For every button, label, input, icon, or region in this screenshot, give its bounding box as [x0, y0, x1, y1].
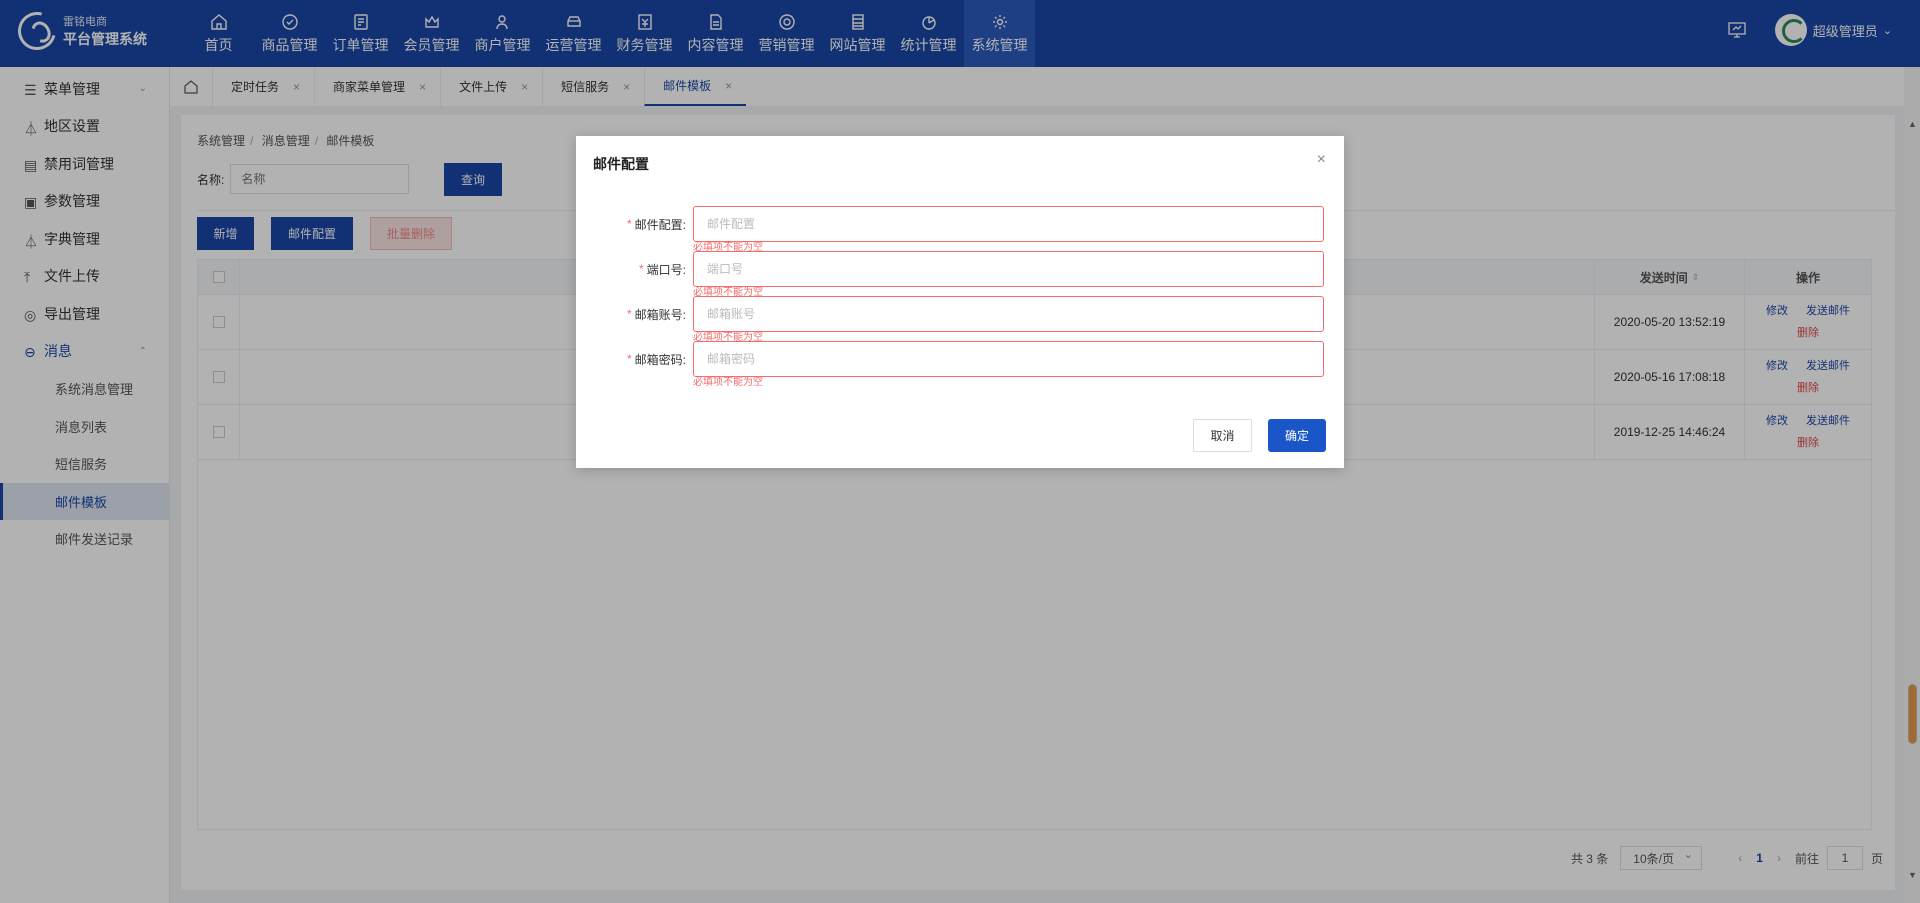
field-label: * 邮件配置: [626, 217, 686, 232]
dialog-title: 邮件配置 [593, 156, 649, 172]
error-message: 必填项不能为空 [693, 377, 763, 388]
mail-config-dialog: 邮件配置 × *邮件配置: 必填项不能为空 *端口号: 必填项不能为空 *邮箱账… [576, 136, 1344, 468]
form-row-password: *邮箱密码: 必填项不能为空 [576, 341, 1344, 388]
mail-config-field[interactable] [693, 206, 1324, 242]
confirm-button[interactable]: 确定 [1268, 419, 1326, 452]
port-field[interactable] [693, 251, 1324, 287]
field-label: * 端口号: [638, 262, 686, 277]
email-account-field[interactable] [693, 296, 1324, 332]
cancel-button[interactable]: 取消 [1193, 419, 1252, 452]
email-password-field[interactable] [693, 341, 1324, 377]
form-row-port: *端口号: 必填项不能为空 [576, 251, 1344, 298]
form-row-account: *邮箱账号: 必填项不能为空 [576, 296, 1344, 343]
field-label: * 邮箱密码: [626, 352, 686, 367]
field-label: * 邮箱账号: [626, 307, 686, 322]
close-icon[interactable]: × [1317, 151, 1326, 169]
form-row-mail-config: *邮件配置: 必填项不能为空 [576, 206, 1344, 253]
